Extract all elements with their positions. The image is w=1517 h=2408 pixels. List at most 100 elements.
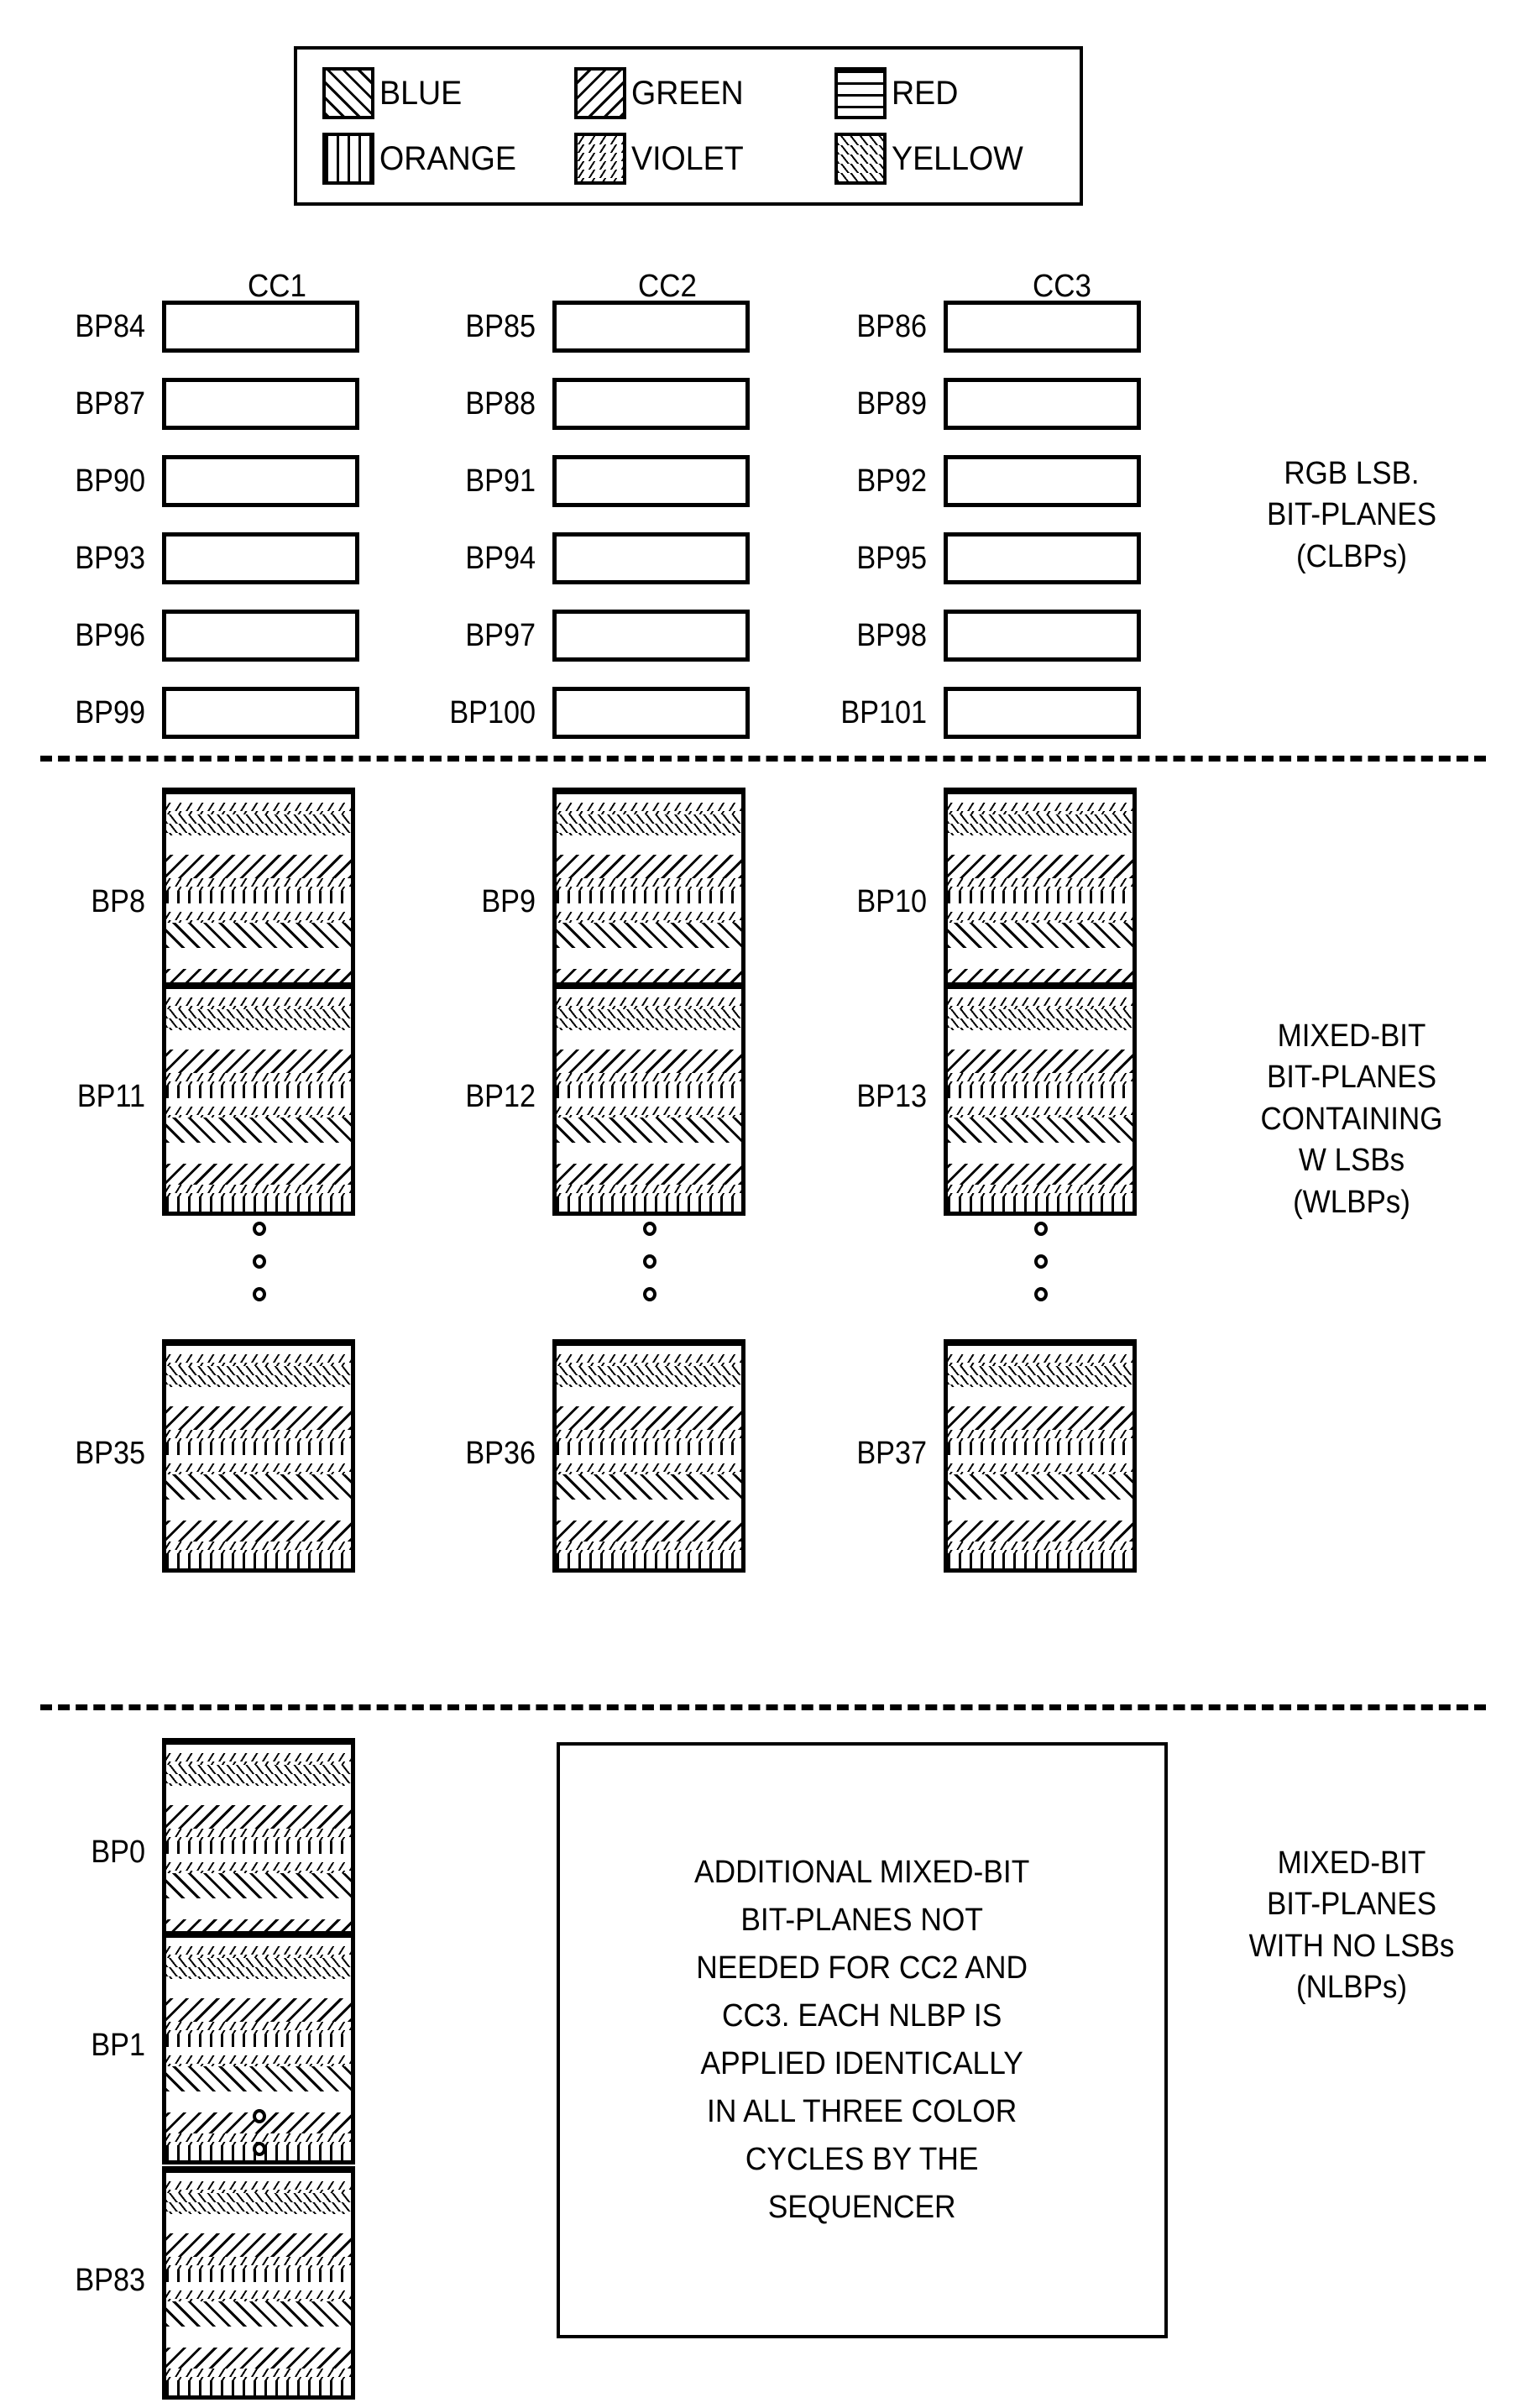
stack-band [557,814,741,835]
legend-label-green: GREEN [631,75,744,112]
bitplane-label: BP94 [465,541,536,576]
stack-band [948,1463,1133,1475]
bitplane-bar [944,532,1141,584]
column-header-cc3: CC3 [1033,269,1091,304]
stack-band [557,923,741,949]
bitplane-label: BP13 [856,1079,927,1114]
bitplane-bar [552,301,750,353]
stack-band [166,1935,351,1943]
stack-band [948,997,1133,1009]
stack-band [948,1086,1133,1099]
stack-band [166,1841,351,1855]
legend-row: ORANGE VIOLET YELLOW [322,126,1054,191]
red-hatch-swatch-icon [834,67,887,119]
stack-band [166,1474,351,1500]
stack-band [166,2213,351,2233]
stack-band [166,1406,351,1431]
stack-band [557,1185,741,1196]
bitplane-label: BP1 [91,2028,145,2063]
legend-box: BLUE GREEN RED ORANGE VIOLET YELLOW [294,46,1083,206]
legend-label-yellow: YELLOW [892,140,1023,177]
stack-band [948,814,1133,835]
bitplane-label: BP36 [465,1436,536,1471]
mixed-bitplane-stack [552,982,745,1216]
bitplane-label: BP100 [449,695,536,730]
legend-item-yellow: YELLOW [834,133,1036,185]
bitplane-bar [944,378,1141,430]
bitplane-label: BP83 [75,2263,145,2298]
stack-band [166,1552,351,1568]
stack-band [948,1196,1133,1212]
stack-band [166,1873,351,1899]
bitplane-label: BP92 [856,463,927,499]
stack-band [948,835,1133,855]
stack-band [557,1474,741,1500]
bitplane-label: BP8 [91,884,145,919]
stack-band [557,1073,741,1086]
blue-hatch-swatch-icon [322,67,374,119]
stack-band [557,1086,741,1099]
stack-band [557,854,741,879]
bitplane-label: BP0 [91,1835,145,1870]
stack-band [166,1455,351,1464]
section-divider-wlbp-nlbp [40,1704,1486,1710]
stack-band [948,1049,1133,1074]
stack-band [948,854,1133,879]
stack-band [557,1542,741,1553]
stack-band [166,2282,351,2291]
stack-band [166,2269,351,2283]
stack-band [166,814,351,835]
bitplane-bar [944,610,1141,662]
bitplane-label: BP97 [465,618,536,653]
stack-band [557,1008,741,1030]
bitplane-label: BP86 [856,309,927,344]
stack-band [166,1430,351,1443]
bitplane-label: BP11 [76,1079,145,1114]
stack-band [166,1742,351,1750]
bitplane-bar [162,301,359,353]
mixed-bitplane-stack [552,1339,745,1573]
stack-band [166,1804,351,1830]
stack-band [557,1406,741,1431]
stack-band [166,1118,351,1144]
stack-band [166,1829,351,1842]
stack-band [948,1185,1133,1196]
stack-band [557,1500,741,1521]
bitplane-bar [162,455,359,507]
stack-band [166,1946,351,1958]
stack-band [166,1008,351,1030]
stack-band [557,1386,741,1406]
stack-band [166,2290,351,2302]
bitplane-label: BP10 [856,884,927,919]
stack-band [948,1343,1133,1351]
stack-band [166,1463,351,1475]
stack-band [948,1474,1133,1500]
stack-band [557,1107,741,1118]
stack-band [948,1164,1133,1186]
section-divider-clbp-wlbp [40,756,1486,762]
bitplane-bar [944,301,1141,353]
yellow-hatch-swatch-icon [834,133,887,185]
stack-band [557,891,741,904]
stack-band [166,1143,351,1165]
stack-band [166,2034,351,2048]
stack-band [557,835,741,855]
stack-band [948,912,1133,924]
stack-band [166,1753,351,1765]
legend-item-green: GREEN [574,67,834,119]
stack-band [166,1997,351,2023]
stack-band [166,803,351,814]
stack-band [166,1500,351,1521]
stack-band [948,1455,1133,1464]
stack-band [166,2181,351,2193]
bitplane-label: BP98 [856,618,927,653]
stack-band [166,1521,351,1542]
stack-band [948,1406,1133,1431]
side-label-wlbp: MIXED-BIT BIT-PLANES CONTAINING W LSBs (… [1260,1018,1443,1220]
stack-band [166,2327,351,2348]
bitplane-bar [162,532,359,584]
stack-band [166,1029,351,1050]
stack-band [948,903,1133,913]
legend-label-orange: ORANGE [379,140,516,177]
stack-band [557,1442,741,1456]
